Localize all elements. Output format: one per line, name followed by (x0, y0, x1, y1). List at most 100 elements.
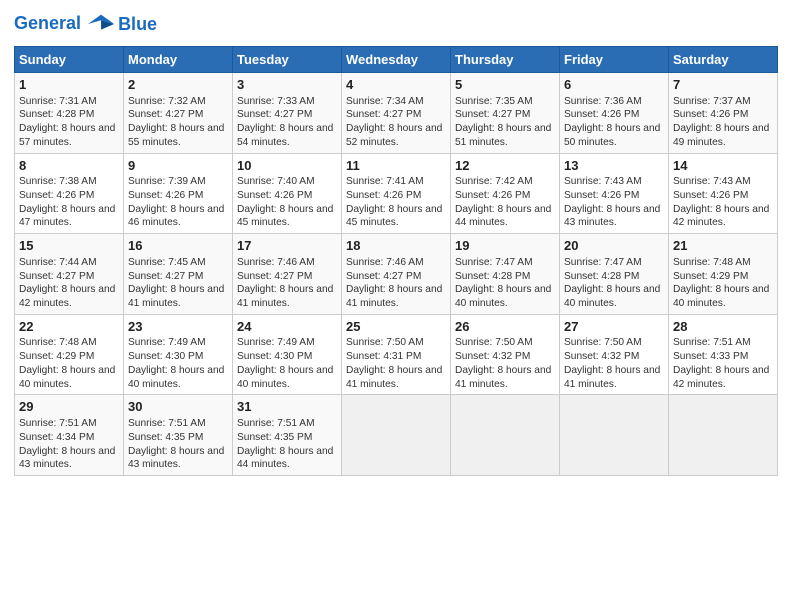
day-number: 25 (346, 318, 446, 336)
day-cell: 2 Sunrise: 7:32 AMSunset: 4:27 PMDaylight… (124, 73, 233, 154)
day-cell (342, 395, 451, 476)
day-cell: 28Sunrise: 7:51 AMSunset: 4:33 PMDayligh… (669, 314, 778, 395)
logo-general: General (14, 13, 81, 33)
day-info: Sunrise: 7:47 AMSunset: 4:28 PMDaylight:… (564, 257, 660, 309)
day-info: Sunrise: 7:50 AMSunset: 4:32 PMDaylight:… (455, 337, 551, 389)
day-number: 30 (128, 398, 228, 416)
day-number: 29 (19, 398, 119, 416)
day-info: Sunrise: 7:49 AMSunset: 4:30 PMDaylight:… (237, 337, 333, 389)
day-info: Sunrise: 7:42 AMSunset: 4:26 PMDaylight:… (455, 176, 551, 228)
calendar-table: SundayMondayTuesdayWednesdayThursdayFrid… (14, 46, 778, 476)
day-cell: 19Sunrise: 7:47 AMSunset: 4:28 PMDayligh… (451, 234, 560, 315)
day-info: Sunrise: 7:49 AMSunset: 4:30 PMDaylight:… (128, 337, 224, 389)
day-number: 4 (346, 76, 446, 94)
day-number: 11 (346, 157, 446, 175)
day-cell (451, 395, 560, 476)
day-number: 7 (673, 76, 773, 94)
day-number: 26 (455, 318, 555, 336)
day-number: 2 (128, 76, 228, 94)
day-cell: 31Sunrise: 7:51 AMSunset: 4:35 PMDayligh… (233, 395, 342, 476)
day-cell: 30 Sunrise: 7:51 AMSunset: 4:35 PMDayligh… (124, 395, 233, 476)
day-number: 10 (237, 157, 337, 175)
day-info: Sunrise: 7:36 AMSunset: 4:26 PMDaylight:… (564, 96, 660, 148)
day-number: 3 (237, 76, 337, 94)
day-cell: 8Sunrise: 7:38 AMSunset: 4:26 PMDaylight… (15, 153, 124, 234)
day-cell: 5Sunrise: 7:35 AMSunset: 4:27 PMDaylight… (451, 73, 560, 154)
day-cell: 10Sunrise: 7:40 AMSunset: 4:26 PMDayligh… (233, 153, 342, 234)
day-number: 17 (237, 237, 337, 255)
day-number: 18 (346, 237, 446, 255)
day-number: 19 (455, 237, 555, 255)
day-cell: 29Sunrise: 7:51 AMSunset: 4:34 PMDayligh… (15, 395, 124, 476)
day-number: 21 (673, 237, 773, 255)
week-row-3: 15 Sunrise: 7:44 AMSunset: 4:27 PMDayligh… (15, 234, 778, 315)
weekday-header-sunday: Sunday (15, 47, 124, 73)
day-number: 12 (455, 157, 555, 175)
day-cell: 7 Sunrise: 7:37 AMSunset: 4:26 PMDaylight… (669, 73, 778, 154)
header: General Blue (14, 10, 778, 38)
day-cell (669, 395, 778, 476)
day-info: Sunrise: 7:48 AMSunset: 4:29 PMDaylight:… (673, 257, 769, 309)
day-info: Sunrise: 7:40 AMSunset: 4:26 PMDaylight:… (237, 176, 333, 228)
week-row-2: 8Sunrise: 7:38 AMSunset: 4:26 PMDaylight… (15, 153, 778, 234)
day-cell: 22Sunrise: 7:48 AMSunset: 4:29 PMDayligh… (15, 314, 124, 395)
day-number: 6 (564, 76, 664, 94)
day-number: 24 (237, 318, 337, 336)
day-info: Sunrise: 7:45 AMSunset: 4:27 PMDaylight:… (128, 257, 224, 309)
weekday-header-row: SundayMondayTuesdayWednesdayThursdayFrid… (15, 47, 778, 73)
day-number: 9 (128, 157, 228, 175)
day-info: Sunrise: 7:32 AMSunset: 4:27 PMDaylight:… (128, 96, 224, 148)
day-number: 22 (19, 318, 119, 336)
day-info: Sunrise: 7:50 AMSunset: 4:32 PMDaylight:… (564, 337, 660, 389)
day-number: 16 (128, 237, 228, 255)
day-info: Sunrise: 7:37 AMSunset: 4:26 PMDaylight:… (673, 96, 769, 148)
day-info: Sunrise: 7:38 AMSunset: 4:26 PMDaylight:… (19, 176, 115, 228)
day-cell: 16 Sunrise: 7:45 AMSunset: 4:27 PMDayligh… (124, 234, 233, 315)
week-row-4: 22Sunrise: 7:48 AMSunset: 4:29 PMDayligh… (15, 314, 778, 395)
day-cell: 15 Sunrise: 7:44 AMSunset: 4:27 PMDayligh… (15, 234, 124, 315)
weekday-header-wednesday: Wednesday (342, 47, 451, 73)
day-cell: 26Sunrise: 7:50 AMSunset: 4:32 PMDayligh… (451, 314, 560, 395)
weekday-header-tuesday: Tuesday (233, 47, 342, 73)
day-info: Sunrise: 7:50 AMSunset: 4:31 PMDaylight:… (346, 337, 442, 389)
day-cell: 20 Sunrise: 7:47 AMSunset: 4:28 PMDayligh… (560, 234, 669, 315)
day-info: Sunrise: 7:34 AMSunset: 4:27 PMDaylight:… (346, 96, 442, 148)
day-cell: 24Sunrise: 7:49 AMSunset: 4:30 PMDayligh… (233, 314, 342, 395)
day-number: 23 (128, 318, 228, 336)
logo-blue: Blue (118, 14, 157, 35)
day-info: Sunrise: 7:46 AMSunset: 4:27 PMDaylight:… (237, 257, 333, 309)
day-info: Sunrise: 7:33 AMSunset: 4:27 PMDaylight:… (237, 96, 333, 148)
day-cell: 21 Sunrise: 7:48 AMSunset: 4:29 PMDayligh… (669, 234, 778, 315)
day-info: Sunrise: 7:43 AMSunset: 4:26 PMDaylight:… (564, 176, 660, 228)
day-info: Sunrise: 7:44 AMSunset: 4:27 PMDaylight:… (19, 257, 115, 309)
day-cell: 1Sunrise: 7:31 AMSunset: 4:28 PMDaylight… (15, 73, 124, 154)
week-row-1: 1Sunrise: 7:31 AMSunset: 4:28 PMDaylight… (15, 73, 778, 154)
day-cell: 13Sunrise: 7:43 AMSunset: 4:26 PMDayligh… (560, 153, 669, 234)
day-cell: 25Sunrise: 7:50 AMSunset: 4:31 PMDayligh… (342, 314, 451, 395)
day-number: 20 (564, 237, 664, 255)
day-cell: 23Sunrise: 7:49 AMSunset: 4:30 PMDayligh… (124, 314, 233, 395)
logo-bird-icon (88, 10, 116, 38)
day-number: 13 (564, 157, 664, 175)
day-cell: 17 Sunrise: 7:46 AMSunset: 4:27 PMDayligh… (233, 234, 342, 315)
day-info: Sunrise: 7:31 AMSunset: 4:28 PMDaylight:… (19, 96, 115, 148)
day-cell: 12Sunrise: 7:42 AMSunset: 4:26 PMDayligh… (451, 153, 560, 234)
day-cell: 6 Sunrise: 7:36 AMSunset: 4:26 PMDaylight… (560, 73, 669, 154)
day-cell: 18Sunrise: 7:46 AMSunset: 4:27 PMDayligh… (342, 234, 451, 315)
day-number: 5 (455, 76, 555, 94)
day-info: Sunrise: 7:51 AMSunset: 4:35 PMDaylight:… (128, 418, 224, 470)
day-number: 15 (19, 237, 119, 255)
day-number: 27 (564, 318, 664, 336)
day-cell: 9Sunrise: 7:39 AMSunset: 4:26 PMDaylight… (124, 153, 233, 234)
day-info: Sunrise: 7:48 AMSunset: 4:29 PMDaylight:… (19, 337, 115, 389)
day-number: 14 (673, 157, 773, 175)
day-cell (560, 395, 669, 476)
day-cell: 11Sunrise: 7:41 AMSunset: 4:26 PMDayligh… (342, 153, 451, 234)
weekday-header-thursday: Thursday (451, 47, 560, 73)
weekday-header-saturday: Saturday (669, 47, 778, 73)
week-row-5: 29Sunrise: 7:51 AMSunset: 4:34 PMDayligh… (15, 395, 778, 476)
day-info: Sunrise: 7:43 AMSunset: 4:26 PMDaylight:… (673, 176, 769, 228)
day-number: 8 (19, 157, 119, 175)
logo: General Blue (14, 10, 157, 38)
weekday-header-monday: Monday (124, 47, 233, 73)
